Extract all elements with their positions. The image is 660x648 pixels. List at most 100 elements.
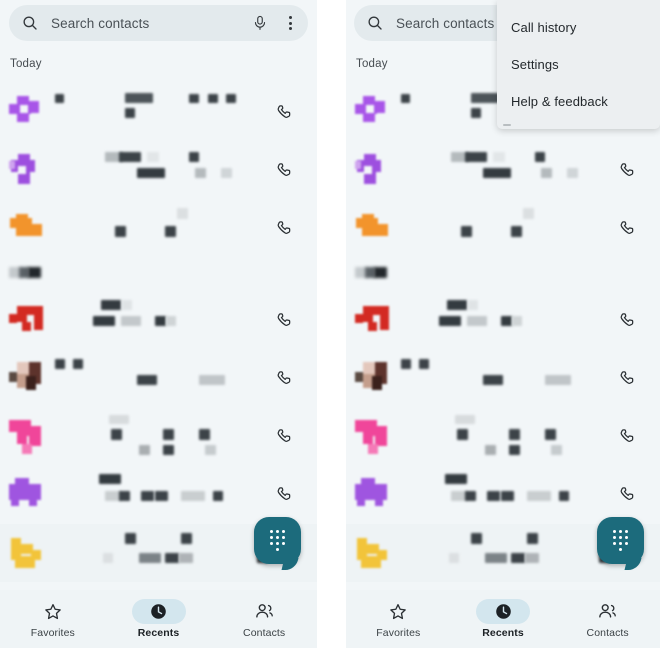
nav-label-contacts: Contacts <box>586 627 629 639</box>
phone-handset-icon[interactable] <box>618 369 638 389</box>
overflow-menu: Call history Settings Help & feedback <box>497 0 660 129</box>
call-entry-details-redacted <box>399 473 618 517</box>
avatar <box>355 420 389 454</box>
avatar <box>355 478 389 512</box>
bottom-navigation: Favorites Recents Contacts <box>0 590 317 648</box>
phone-handset-icon[interactable] <box>618 311 638 331</box>
section-header-today: Today <box>356 58 388 70</box>
avatar <box>9 304 43 338</box>
people-icon <box>599 604 617 618</box>
dialpad-fab[interactable] <box>597 517 644 570</box>
search-input[interactable]: Search contacts <box>51 16 252 31</box>
phone-handset-icon[interactable] <box>275 427 295 447</box>
nav-item-recents[interactable]: Recents <box>451 590 556 648</box>
screenshot-stage: Search contacts Today Favorites Recents … <box>0 0 660 648</box>
call-list-row[interactable] <box>346 350 660 408</box>
phone-handset-icon[interactable] <box>275 219 295 239</box>
section-header-today: Today <box>10 58 42 70</box>
nav-label-favorites: Favorites <box>376 627 421 639</box>
microphone-icon[interactable] <box>252 13 268 33</box>
call-list-row[interactable] <box>0 350 317 408</box>
call-list-row[interactable] <box>0 142 317 200</box>
phone-handset-icon[interactable] <box>275 103 295 123</box>
call-entry-details-redacted <box>53 207 275 251</box>
call-list-row[interactable] <box>346 142 660 200</box>
section-header-redacted <box>346 265 660 287</box>
call-list-row[interactable] <box>346 200 660 258</box>
phone-handset-icon[interactable] <box>618 219 638 239</box>
dialpad-icon <box>612 530 629 552</box>
call-entry-details-redacted <box>53 357 275 401</box>
call-entry-details-redacted <box>399 357 618 401</box>
avatar <box>9 420 43 454</box>
avatar <box>9 362 43 396</box>
menu-item-settings[interactable]: Settings <box>511 57 559 72</box>
phone-handset-icon[interactable] <box>275 369 295 389</box>
call-list-row[interactable] <box>0 84 317 142</box>
call-list-row[interactable] <box>0 292 317 350</box>
call-entry-details-redacted <box>53 473 275 517</box>
bottom-navigation: Favorites Recents Contacts <box>346 590 660 648</box>
clock-filled-icon <box>151 604 166 619</box>
nav-item-recents[interactable]: Recents <box>106 590 212 648</box>
avatar <box>355 362 389 396</box>
avatar <box>9 96 43 130</box>
phone-panel-right: Search contacts Today Call history Setti… <box>346 0 660 648</box>
avatar <box>9 536 43 570</box>
call-entry-details-redacted <box>399 299 618 343</box>
nav-pill-favorites <box>371 599 425 624</box>
phone-handset-icon[interactable] <box>275 311 295 331</box>
phone-handset-icon[interactable] <box>618 161 638 181</box>
more-vert-icon[interactable] <box>282 14 298 32</box>
phone-handset-icon[interactable] <box>275 485 295 505</box>
nav-label-favorites: Favorites <box>30 627 75 639</box>
call-list-row[interactable] <box>346 466 660 524</box>
nav-pill-recents <box>131 599 186 624</box>
nav-pill-contacts <box>581 599 635 624</box>
call-list-row[interactable] <box>0 466 317 524</box>
avatar <box>355 536 389 570</box>
phone-handset-icon[interactable] <box>618 427 638 447</box>
nav-pill-favorites <box>26 599 80 624</box>
search-bar[interactable]: Search contacts <box>9 5 308 41</box>
star-outline-icon <box>390 603 407 619</box>
nav-label-recents: Recents <box>482 627 524 639</box>
nav-label-contacts: Contacts <box>243 627 286 639</box>
call-list-row[interactable] <box>346 292 660 350</box>
call-entry-details-redacted <box>53 91 275 135</box>
dialpad-icon <box>269 530 286 552</box>
avatar <box>9 478 43 512</box>
phone-panel-left: Search contacts Today Favorites Recents … <box>0 0 317 648</box>
call-entry-details-redacted <box>53 531 275 575</box>
avatar <box>355 212 389 246</box>
star-outline-icon <box>44 603 61 619</box>
search-icon <box>368 16 382 30</box>
nav-item-contacts[interactable]: Contacts <box>211 590 317 648</box>
call-entry-details-redacted <box>399 207 618 251</box>
call-entry-details-redacted <box>53 149 275 193</box>
avatar <box>9 212 43 246</box>
nav-pill-contacts <box>237 599 291 624</box>
menu-item-call-history[interactable]: Call history <box>511 20 577 35</box>
call-list-row[interactable] <box>0 408 317 466</box>
call-entry-details-redacted <box>399 415 618 459</box>
clock-filled-icon <box>495 604 511 619</box>
nav-item-contacts[interactable]: Contacts <box>555 590 660 648</box>
dialpad-fab[interactable] <box>254 517 301 570</box>
section-header-redacted <box>0 265 317 287</box>
search-icon <box>23 16 37 30</box>
call-entry-details-redacted <box>53 415 275 459</box>
menu-item-help-feedback[interactable]: Help & feedback <box>511 94 608 109</box>
avatar <box>9 154 43 188</box>
call-list-row[interactable] <box>0 200 317 258</box>
phone-handset-icon[interactable] <box>618 485 638 505</box>
call-list-row[interactable] <box>346 408 660 466</box>
people-icon <box>255 604 273 618</box>
avatar <box>355 154 389 188</box>
nav-item-favorites[interactable]: Favorites <box>0 590 106 648</box>
call-entry-details-redacted <box>399 149 618 193</box>
call-entry-details-redacted <box>53 299 275 343</box>
call-list <box>346 80 660 590</box>
nav-item-favorites[interactable]: Favorites <box>346 590 451 648</box>
phone-handset-icon[interactable] <box>275 161 295 181</box>
